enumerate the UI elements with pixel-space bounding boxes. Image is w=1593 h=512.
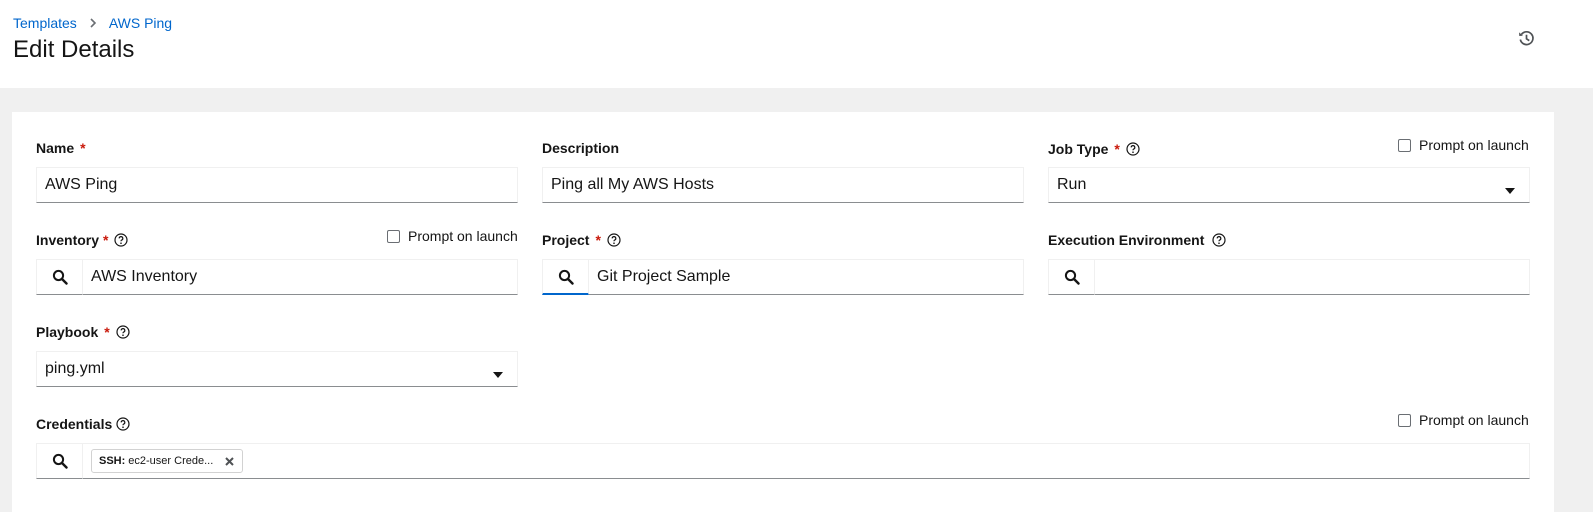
description-input[interactable]: Ping all My AWS Hosts bbox=[542, 167, 1024, 203]
credentials-prompt-on-launch[interactable]: Prompt on launch bbox=[1398, 412, 1529, 428]
name-label: Name * bbox=[36, 140, 86, 156]
description-label: Description bbox=[542, 140, 619, 156]
job-type-label-text: Job Type bbox=[1048, 141, 1109, 157]
prompt-label: Prompt on launch bbox=[1419, 137, 1529, 153]
question-circle-icon[interactable] bbox=[116, 417, 130, 431]
search-icon[interactable] bbox=[36, 259, 83, 295]
caret-down-icon bbox=[493, 366, 503, 384]
prompt-checkbox[interactable] bbox=[387, 229, 400, 243]
project-label-text: Project bbox=[542, 232, 590, 248]
name-input[interactable]: AWS Ping bbox=[36, 167, 518, 203]
required-marker: * bbox=[595, 232, 601, 248]
execution-environment-label-text: Execution Environment bbox=[1048, 232, 1205, 248]
search-icon[interactable] bbox=[542, 259, 589, 295]
inventory-prompt-on-launch[interactable]: Prompt on launch bbox=[387, 228, 518, 244]
question-circle-icon[interactable] bbox=[1126, 142, 1140, 156]
playbook-label: Playbook * bbox=[36, 324, 130, 340]
execution-environment-label: Execution Environment bbox=[1048, 232, 1226, 248]
project-lookup: Git Project Sample bbox=[542, 259, 1024, 295]
question-circle-icon[interactable] bbox=[607, 233, 621, 247]
prompt-label: Prompt on launch bbox=[408, 228, 518, 244]
form-card: Name * AWS Ping Description Ping all My … bbox=[12, 112, 1554, 512]
name-label-text: Name bbox=[36, 140, 75, 156]
breadcrumb-current-link[interactable]: AWS Ping bbox=[109, 15, 172, 31]
execution-environment-lookup bbox=[1048, 259, 1530, 295]
project-value[interactable]: Git Project Sample bbox=[589, 259, 1024, 295]
credentials-lookup: SSH: ec2-user Crede... bbox=[36, 443, 1530, 479]
credential-chip-type: SSH: bbox=[99, 455, 126, 467]
history-icon[interactable] bbox=[1516, 28, 1536, 48]
breadcrumb-templates-link[interactable]: Templates bbox=[13, 15, 77, 31]
times-icon[interactable] bbox=[225, 456, 234, 466]
search-icon[interactable] bbox=[1048, 259, 1095, 295]
execution-environment-value[interactable] bbox=[1095, 259, 1530, 295]
search-icon[interactable] bbox=[36, 443, 83, 479]
breadcrumb: Templates AWS Ping bbox=[13, 15, 172, 31]
inventory-lookup: AWS Inventory bbox=[36, 259, 518, 295]
question-circle-icon[interactable] bbox=[116, 325, 130, 339]
page-header: Templates AWS Ping Edit Details bbox=[0, 0, 1593, 88]
question-circle-icon[interactable] bbox=[1212, 233, 1226, 247]
playbook-value: ping.yml bbox=[45, 360, 105, 377]
caret-down-icon bbox=[1505, 182, 1515, 200]
credential-chip: SSH: ec2-user Crede... bbox=[91, 449, 244, 473]
project-label: Project * bbox=[542, 232, 621, 248]
inventory-label: Inventory * bbox=[36, 232, 129, 248]
chevron-right-icon bbox=[89, 18, 97, 28]
description-label-text: Description bbox=[542, 140, 620, 156]
credentials-label: Credentials bbox=[36, 416, 130, 432]
prompt-checkbox[interactable] bbox=[1398, 138, 1411, 152]
required-marker: * bbox=[1114, 141, 1120, 157]
page-title: Edit Details bbox=[13, 36, 135, 63]
inventory-value[interactable]: AWS Inventory bbox=[83, 259, 518, 295]
question-circle-icon[interactable] bbox=[114, 233, 129, 247]
job-type-label: Job Type * bbox=[1048, 141, 1140, 157]
credentials-label-text: Credentials bbox=[36, 416, 113, 432]
playbook-select[interactable]: ping.yml bbox=[36, 351, 518, 387]
required-marker: * bbox=[104, 324, 110, 340]
job-type-value: Run bbox=[1057, 176, 1087, 193]
job-type-select[interactable]: Run bbox=[1048, 167, 1530, 203]
prompt-label: Prompt on launch bbox=[1419, 412, 1529, 428]
required-marker: * bbox=[103, 232, 109, 248]
required-marker: * bbox=[80, 140, 86, 156]
prompt-checkbox[interactable] bbox=[1398, 413, 1411, 427]
playbook-label-text: Playbook bbox=[36, 324, 99, 340]
credential-chip-name: ec2-user Crede... bbox=[128, 455, 214, 467]
credentials-chip-group: SSH: ec2-user Crede... bbox=[83, 443, 1530, 479]
job-type-prompt-on-launch[interactable]: Prompt on launch bbox=[1398, 137, 1529, 153]
inventory-label-text: Inventory bbox=[36, 232, 100, 248]
